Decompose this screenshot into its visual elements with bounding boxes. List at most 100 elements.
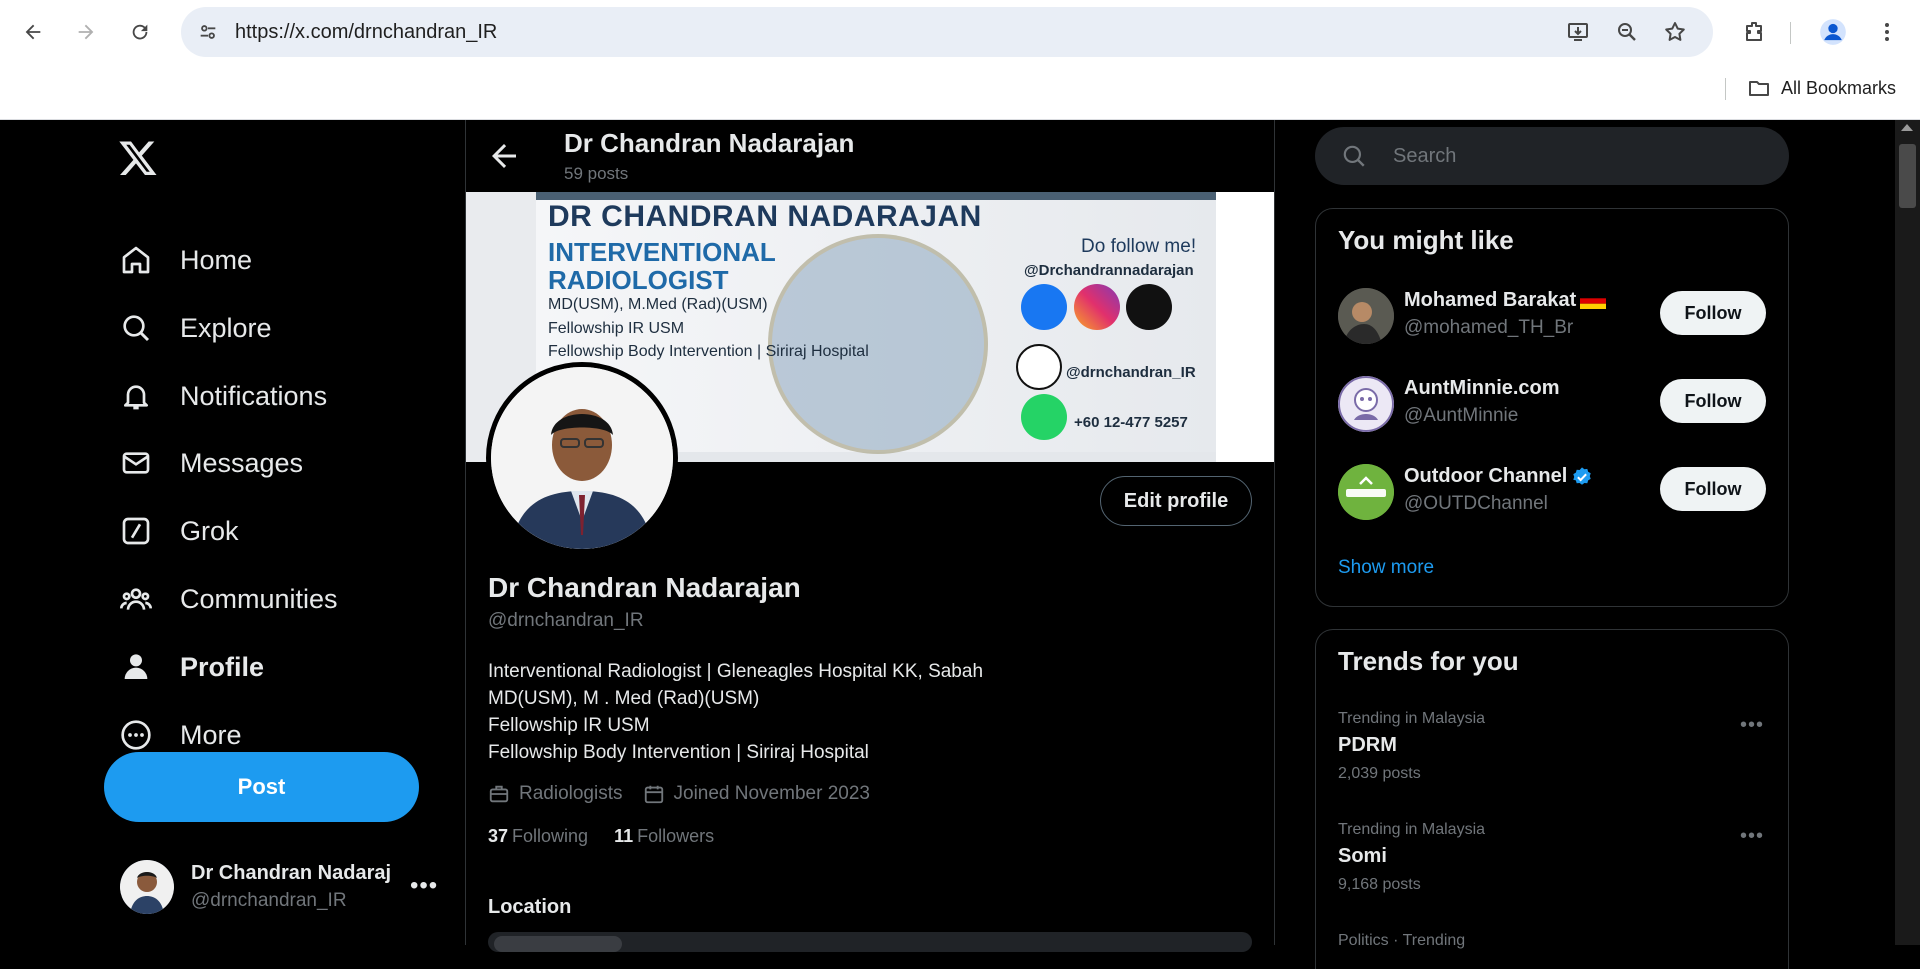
profile-handle: @drnchandran_IR — [488, 610, 644, 631]
extensions-icon[interactable] — [1736, 14, 1772, 50]
instagram-icon — [1074, 284, 1120, 330]
banner-social-handle: @Drchandrannadarajan — [1024, 262, 1194, 279]
nav-item-messages[interactable]: Messages — [120, 435, 303, 491]
page-scrollbar[interactable] — [1895, 120, 1920, 945]
briefcase-icon — [489, 785, 509, 803]
suggestion-handle: @AuntMinnie — [1404, 405, 1519, 426]
avatar — [1338, 288, 1394, 344]
banner-top-band — [536, 192, 1216, 200]
scroll-up-arrow[interactable] — [1901, 124, 1913, 131]
following-link[interactable]: 37 Following — [488, 826, 588, 847]
trend-topic: Somi — [1338, 845, 1387, 867]
profile-header: Dr Chandran Nadarajan 59 posts — [466, 120, 1274, 192]
all-bookmarks-label: All Bookmarks — [1780, 77, 1896, 98]
banner-phone: +60 12-477 5257 — [1074, 414, 1188, 431]
follow-button[interactable]: Follow — [1660, 291, 1766, 335]
forward-button[interactable] — [68, 14, 104, 50]
trend-item[interactable]: Trending in Malaysia Somi 9,168 posts ••… — [1338, 821, 1768, 894]
site-info-icon[interactable] — [191, 15, 225, 49]
banner-line: MD(USM), M.Med (Rad)(USM) — [548, 296, 768, 313]
trends-panel: Trends for you Trending in Malaysia PDRM… — [1315, 629, 1789, 969]
edit-profile-button[interactable]: Edit profile — [1100, 476, 1252, 526]
follow-button[interactable]: Follow — [1660, 379, 1766, 423]
account-more-icon[interactable]: ••• — [410, 872, 438, 900]
location-tab-pill[interactable] — [494, 936, 622, 952]
search-placeholder: Search — [1393, 145, 1457, 167]
account-switcher[interactable]: Dr Chandran Nadaraj @drnchandran_IR ••• — [120, 860, 440, 930]
banner-x-handle: @drnchandran_IR — [1066, 364, 1196, 381]
followers-link[interactable]: 11 Followers — [614, 826, 714, 847]
verified-badge-icon — [1573, 466, 1592, 485]
follow-stats: 37 Following 11 Followers — [488, 826, 714, 847]
post-button[interactable]: Post — [104, 752, 419, 822]
suggestion-item[interactable]: AuntMinnie.com @AuntMinnie Follow — [1338, 373, 1768, 433]
search-input[interactable]: Search — [1315, 127, 1789, 185]
profile-avatar-icon[interactable] — [1815, 14, 1851, 50]
avatar — [1338, 464, 1394, 520]
banner-line: Fellowship Body Intervention | Siriraj H… — [548, 343, 869, 360]
suggestion-name: Outdoor Channel — [1404, 465, 1568, 487]
reload-button[interactable] — [122, 14, 158, 50]
zoom-icon[interactable] — [1610, 15, 1644, 49]
arrow-left-icon — [25, 24, 41, 40]
banner-follow-text: Do follow me! — [1081, 236, 1197, 257]
back-arrow-icon[interactable] — [486, 138, 522, 174]
trend-item[interactable]: Trending in Malaysia PDRM 2,039 posts ••… — [1338, 710, 1768, 783]
nav-item-explore[interactable]: Explore — [120, 300, 272, 356]
trend-more-icon[interactable]: ••• — [1740, 714, 1764, 737]
follow-button[interactable]: Follow — [1660, 467, 1766, 511]
nav-item-grok[interactable]: Grok — [120, 503, 239, 559]
install-app-icon[interactable] — [1561, 15, 1595, 49]
tiktok-icon — [1126, 284, 1172, 330]
location-tabs[interactable] — [488, 932, 1252, 952]
grok-icon — [122, 517, 150, 545]
trend-count: 2,039 posts — [1338, 765, 1421, 782]
bell-icon — [124, 385, 148, 410]
nav-label-profile: Profile — [180, 651, 265, 682]
scrollbar-thumb[interactable] — [1899, 144, 1916, 208]
page-title: Dr Chandran Nadarajan — [564, 128, 855, 158]
avatar — [120, 860, 174, 914]
url-text[interactable]: https://x.com/drnchandran_IR — [235, 21, 497, 44]
people-icon — [120, 588, 152, 610]
joined-label: Joined November 2023 — [673, 783, 870, 804]
followers-count: 11 — [614, 826, 634, 846]
profile-joined: Joined November 2023 — [643, 783, 870, 805]
nav-item-notifications[interactable]: Notifications — [120, 368, 327, 424]
account-name: Dr Chandran Nadaraj — [191, 862, 392, 884]
banner-title: DR CHANDRAN NADARAJAN — [548, 200, 982, 233]
profile-photo[interactable] — [486, 362, 678, 554]
suggestion-item[interactable]: Mohamed Barakat @mohamed_TH_Br Follow — [1338, 285, 1768, 345]
facebook-icon — [1021, 284, 1067, 330]
bookmark-star-icon[interactable] — [1658, 15, 1692, 49]
trend-more-icon[interactable]: ••• — [1740, 825, 1764, 848]
suggestion-item[interactable]: Outdoor Channel @OUTDChannel Follow — [1338, 461, 1768, 521]
suggestion-handle: @mohamed_TH_Br — [1404, 317, 1574, 338]
profile-category: Radiologists — [488, 783, 623, 805]
who-to-follow-panel: You might like Mohamed Barakat @mohamed_… — [1315, 208, 1789, 607]
account-handle: @drnchandran_IR — [191, 890, 347, 911]
suggestion-name: Mohamed Barakat — [1404, 289, 1577, 311]
x-logo-icon[interactable] — [116, 136, 160, 180]
profile-bio: Interventional Radiologist | Gleneagles … — [488, 658, 983, 766]
home-icon — [122, 246, 150, 274]
show-more-link[interactable]: Show more — [1338, 557, 1434, 579]
profile-meta: Radiologists Joined November 2023 — [488, 783, 870, 805]
browser-menu-icon[interactable] — [1869, 14, 1905, 50]
trend-item[interactable]: Politics · Trending — [1338, 932, 1768, 950]
location-heading: Location — [488, 896, 572, 918]
category-label: Radiologists — [519, 783, 623, 804]
address-bar[interactable]: https://x.com/drnchandran_IR — [181, 7, 1713, 57]
nav-item-home[interactable]: Home — [120, 232, 252, 288]
nav-item-communities[interactable]: Communities — [120, 571, 338, 627]
back-button[interactable] — [15, 14, 51, 50]
trend-context: Trending in Malaysia — [1338, 710, 1486, 727]
nav-item-profile[interactable]: Profile — [120, 639, 264, 695]
browser-chrome: https://x.com/drnchandran_IR All Bookmar… — [0, 0, 1920, 120]
trend-context: Trending in Malaysia — [1338, 821, 1486, 838]
person-icon — [124, 654, 148, 679]
all-bookmarks-button[interactable]: All Bookmarks — [1747, 76, 1896, 100]
suggestion-name: AuntMinnie.com — [1404, 377, 1560, 399]
profile-column: Dr Chandran Nadarajan 59 posts DR CHANDR… — [465, 120, 1275, 952]
profile-name: Dr Chandran Nadarajan — [488, 572, 801, 603]
